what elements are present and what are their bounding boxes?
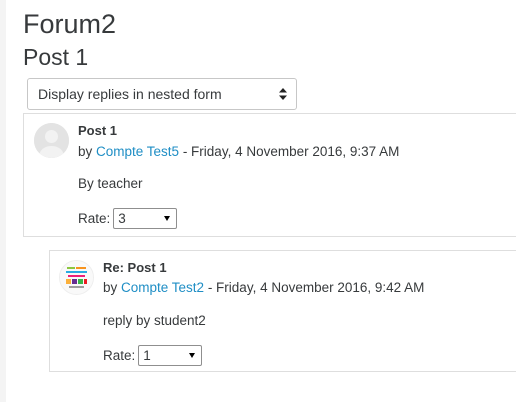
- post-subject: Post 1: [78, 123, 118, 138]
- post-content: By teacher: [78, 176, 143, 191]
- rate-label: Rate:: [103, 348, 136, 363]
- post-date: - Friday, 4 November 2016, 9:42 AM: [204, 280, 425, 295]
- rate-value: 1: [143, 348, 151, 363]
- dropdown-arrow-icon: [189, 353, 196, 358]
- author-link[interactable]: Compte Test5: [96, 144, 179, 159]
- forum-post: Post 1 by Compte Test5 - Friday, 4 Novem…: [23, 113, 516, 237]
- post-subject: Re: Post 1: [103, 260, 167, 275]
- post-content: reply by student2: [103, 313, 206, 328]
- author-link[interactable]: Compte Test2: [121, 280, 204, 295]
- user-picture-icon[interactable]: [59, 260, 94, 295]
- rating-row: Rate: 3: [78, 208, 178, 229]
- discussion-title: Post 1: [23, 44, 89, 70]
- dropdown-arrow-icon: [164, 216, 171, 221]
- post-byline: by Compte Test2 - Friday, 4 November 201…: [103, 280, 424, 295]
- forum-title: Forum2: [23, 9, 117, 39]
- post-date: - Friday, 4 November 2016, 9:37 AM: [179, 144, 400, 159]
- rating-row: Rate: 1: [103, 345, 203, 366]
- left-gutter: [0, 0, 6, 402]
- by-label: by: [103, 280, 122, 295]
- rate-select[interactable]: 1: [138, 345, 203, 366]
- by-label: by: [78, 144, 97, 159]
- default-user-avatar-icon[interactable]: [34, 123, 69, 158]
- user-silhouette-icon: [34, 123, 69, 158]
- colorful-logo-icon: [60, 261, 93, 294]
- display-mode-select[interactable]: Display replies in nested form: [27, 78, 297, 110]
- rate-value: 3: [118, 211, 126, 226]
- display-mode-selected: Display replies in nested form: [38, 86, 222, 102]
- forum-reply-post: Re: Post 1 by Compte Test2 - Friday, 4 N…: [49, 250, 516, 372]
- updown-arrows-icon: [279, 88, 287, 100]
- rate-label: Rate:: [78, 211, 111, 226]
- rate-select[interactable]: 3: [113, 208, 178, 229]
- post-byline: by Compte Test5 - Friday, 4 November 201…: [78, 144, 399, 159]
